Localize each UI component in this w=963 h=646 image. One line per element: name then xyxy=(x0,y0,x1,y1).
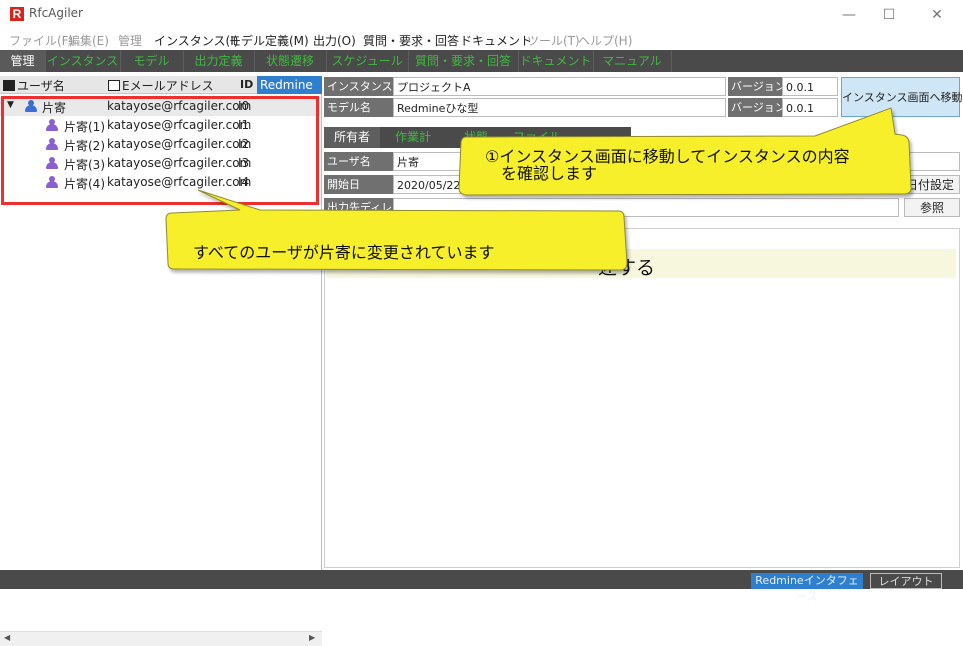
callout-bottom-text: すべてのユーザが片寄に変更されています xyxy=(193,243,495,262)
layout-button[interactable]: レイアウト xyxy=(870,573,942,589)
callout-top-text: ①インスタンス画面に移動してインスタンスの内容 を確認します xyxy=(485,147,850,183)
horizontal-scrollbar[interactable]: ◀ ▶ xyxy=(0,631,322,646)
callout-shapes xyxy=(165,107,912,271)
scroll-right-icon[interactable]: ▶ xyxy=(309,633,315,642)
redmine-interface-button[interactable]: Redmineインタフェース xyxy=(751,573,863,603)
scroll-left-icon[interactable]: ◀ xyxy=(4,633,10,642)
